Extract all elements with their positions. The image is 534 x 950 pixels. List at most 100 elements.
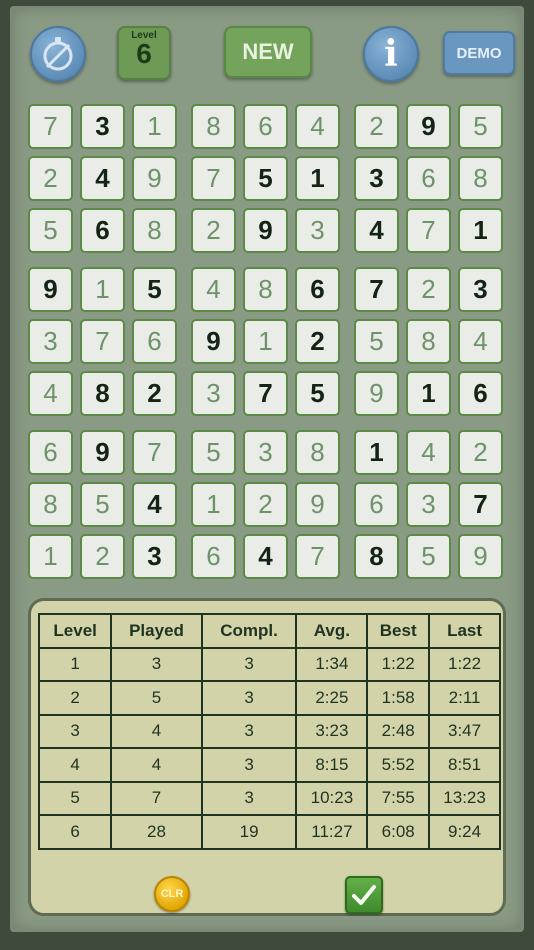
stats-cell-level: 5 bbox=[37, 780, 113, 816]
grid-cell[interactable]: 9 bbox=[406, 104, 451, 149]
grid-cell[interactable]: 2 bbox=[458, 430, 503, 475]
grid-cell[interactable]: 3 bbox=[132, 534, 177, 579]
grid-cell[interactable]: 2 bbox=[243, 482, 288, 527]
grid-cell[interactable]: 6 bbox=[406, 156, 451, 201]
grid-cell[interactable]: 4 bbox=[354, 208, 399, 253]
grid-cell[interactable]: 6 bbox=[132, 319, 177, 364]
grid-cell[interactable]: 9 bbox=[243, 208, 288, 253]
grid-cell[interactable]: 9 bbox=[458, 534, 503, 579]
grid-cell[interactable]: 5 bbox=[132, 267, 177, 312]
grid-cell[interactable]: 4 bbox=[28, 371, 73, 416]
grid-cell[interactable]: 3 bbox=[458, 267, 503, 312]
grid-cell[interactable]: 9 bbox=[28, 267, 73, 312]
grid-cell[interactable]: 6 bbox=[80, 208, 125, 253]
grid-cell[interactable]: 2 bbox=[406, 267, 451, 312]
stats-cell-level: 1 bbox=[37, 646, 113, 682]
grid-cell[interactable]: 4 bbox=[295, 104, 340, 149]
grid-cell[interactable]: 3 bbox=[243, 430, 288, 475]
grid-cell[interactable]: 8 bbox=[80, 371, 125, 416]
grid-cell[interactable]: 1 bbox=[458, 208, 503, 253]
stats-panel: Level Played Compl. Avg. Best Last 1 3 3 1:… bbox=[28, 598, 506, 916]
grid-cell[interactable]: 3 bbox=[28, 319, 73, 364]
grid-cell[interactable]: 5 bbox=[191, 430, 236, 475]
grid-cell[interactable]: 5 bbox=[243, 156, 288, 201]
stats-cell-best: 2:48 bbox=[366, 713, 431, 749]
grid-cell[interactable]: 2 bbox=[191, 208, 236, 253]
grid-cell[interactable]: 1 bbox=[354, 430, 399, 475]
stats-cell-completed: 3 bbox=[200, 680, 298, 716]
grid-cell[interactable]: 7 bbox=[28, 104, 73, 149]
grid-cell[interactable]: 4 bbox=[243, 534, 288, 579]
grid-cell[interactable]: 3 bbox=[80, 104, 125, 149]
stats-header-row: Level Played Compl. Avg. Best Last bbox=[37, 613, 501, 649]
stats-cell-played: 5 bbox=[110, 680, 203, 716]
stats-cell-played: 4 bbox=[110, 713, 203, 749]
grid-cell[interactable]: 6 bbox=[191, 534, 236, 579]
clear-stats-button[interactable]: CLR bbox=[154, 876, 190, 912]
grid-cell[interactable]: 1 bbox=[295, 156, 340, 201]
grid-cell[interactable]: 5 bbox=[406, 534, 451, 579]
grid-cell[interactable]: 8 bbox=[354, 534, 399, 579]
grid-cell[interactable]: 1 bbox=[243, 319, 288, 364]
grid-cell[interactable]: 1 bbox=[406, 371, 451, 416]
grid-cell[interactable]: 8 bbox=[191, 104, 236, 149]
info-button[interactable]: i bbox=[363, 26, 419, 82]
grid-cell[interactable]: 3 bbox=[354, 156, 399, 201]
grid-cell[interactable]: 6 bbox=[458, 371, 503, 416]
grid-cell[interactable]: 3 bbox=[295, 208, 340, 253]
grid-cell[interactable]: 6 bbox=[295, 267, 340, 312]
grid-cell[interactable]: 4 bbox=[191, 267, 236, 312]
grid-cell[interactable]: 5 bbox=[295, 371, 340, 416]
grid-cell[interactable]: 7 bbox=[191, 156, 236, 201]
grid-cell[interactable]: 8 bbox=[295, 430, 340, 475]
grid-cell[interactable]: 2 bbox=[28, 156, 73, 201]
demo-button[interactable]: DEMO bbox=[443, 31, 515, 75]
grid-cell[interactable]: 7 bbox=[80, 319, 125, 364]
grid-cell[interactable]: 6 bbox=[28, 430, 73, 475]
grid-cell[interactable]: 2 bbox=[80, 534, 125, 579]
grid-cell[interactable]: 7 bbox=[295, 534, 340, 579]
grid-cell[interactable]: 1 bbox=[80, 267, 125, 312]
stats-cell-completed: 3 bbox=[200, 646, 298, 682]
grid-cell[interactable]: 9 bbox=[132, 156, 177, 201]
grid-cell[interactable]: 8 bbox=[406, 319, 451, 364]
grid-cell[interactable]: 1 bbox=[191, 482, 236, 527]
grid-cell[interactable]: 8 bbox=[458, 156, 503, 201]
grid-cell[interactable]: 5 bbox=[28, 208, 73, 253]
grid-cell[interactable]: 5 bbox=[458, 104, 503, 149]
grid-cell[interactable]: 4 bbox=[132, 482, 177, 527]
stats-cell-average: 1:34 bbox=[295, 646, 369, 682]
grid-cell[interactable]: 3 bbox=[191, 371, 236, 416]
grid-cell[interactable]: 6 bbox=[354, 482, 399, 527]
grid-cell[interactable]: 2 bbox=[354, 104, 399, 149]
grid-cell[interactable]: 8 bbox=[243, 267, 288, 312]
grid-cell[interactable]: 6 bbox=[243, 104, 288, 149]
grid-cell[interactable]: 8 bbox=[132, 208, 177, 253]
grid-cell[interactable]: 7 bbox=[406, 208, 451, 253]
grid-cell[interactable]: 8 bbox=[28, 482, 73, 527]
grid-cell[interactable]: 4 bbox=[458, 319, 503, 364]
new-game-button[interactable]: NEW bbox=[224, 26, 312, 78]
grid-cell[interactable]: 9 bbox=[295, 482, 340, 527]
level-indicator: Level 6 bbox=[117, 26, 171, 80]
grid-cell[interactable]: 7 bbox=[458, 482, 503, 527]
grid-cell[interactable]: 9 bbox=[354, 371, 399, 416]
grid-cell[interactable]: 1 bbox=[28, 534, 73, 579]
grid-cell[interactable]: 7 bbox=[132, 430, 177, 475]
grid-cell[interactable]: 2 bbox=[132, 371, 177, 416]
grid-cell[interactable]: 3 bbox=[406, 482, 451, 527]
ok-button[interactable] bbox=[345, 876, 383, 914]
stats-cell-completed: 3 bbox=[200, 747, 298, 783]
grid-cell[interactable]: 4 bbox=[80, 156, 125, 201]
grid-cell[interactable]: 9 bbox=[191, 319, 236, 364]
timer-button[interactable] bbox=[30, 26, 86, 82]
stats-cell-played: 7 bbox=[110, 780, 203, 816]
grid-cell[interactable]: 2 bbox=[295, 319, 340, 364]
grid-cell[interactable]: 9 bbox=[80, 430, 125, 475]
grid-cell[interactable]: 4 bbox=[406, 430, 451, 475]
grid-cell[interactable]: 7 bbox=[354, 267, 399, 312]
grid-cell[interactable]: 1 bbox=[132, 104, 177, 149]
grid-cell[interactable]: 5 bbox=[354, 319, 399, 364]
grid-cell[interactable]: 5 bbox=[80, 482, 125, 527]
grid-cell[interactable]: 7 bbox=[243, 371, 288, 416]
